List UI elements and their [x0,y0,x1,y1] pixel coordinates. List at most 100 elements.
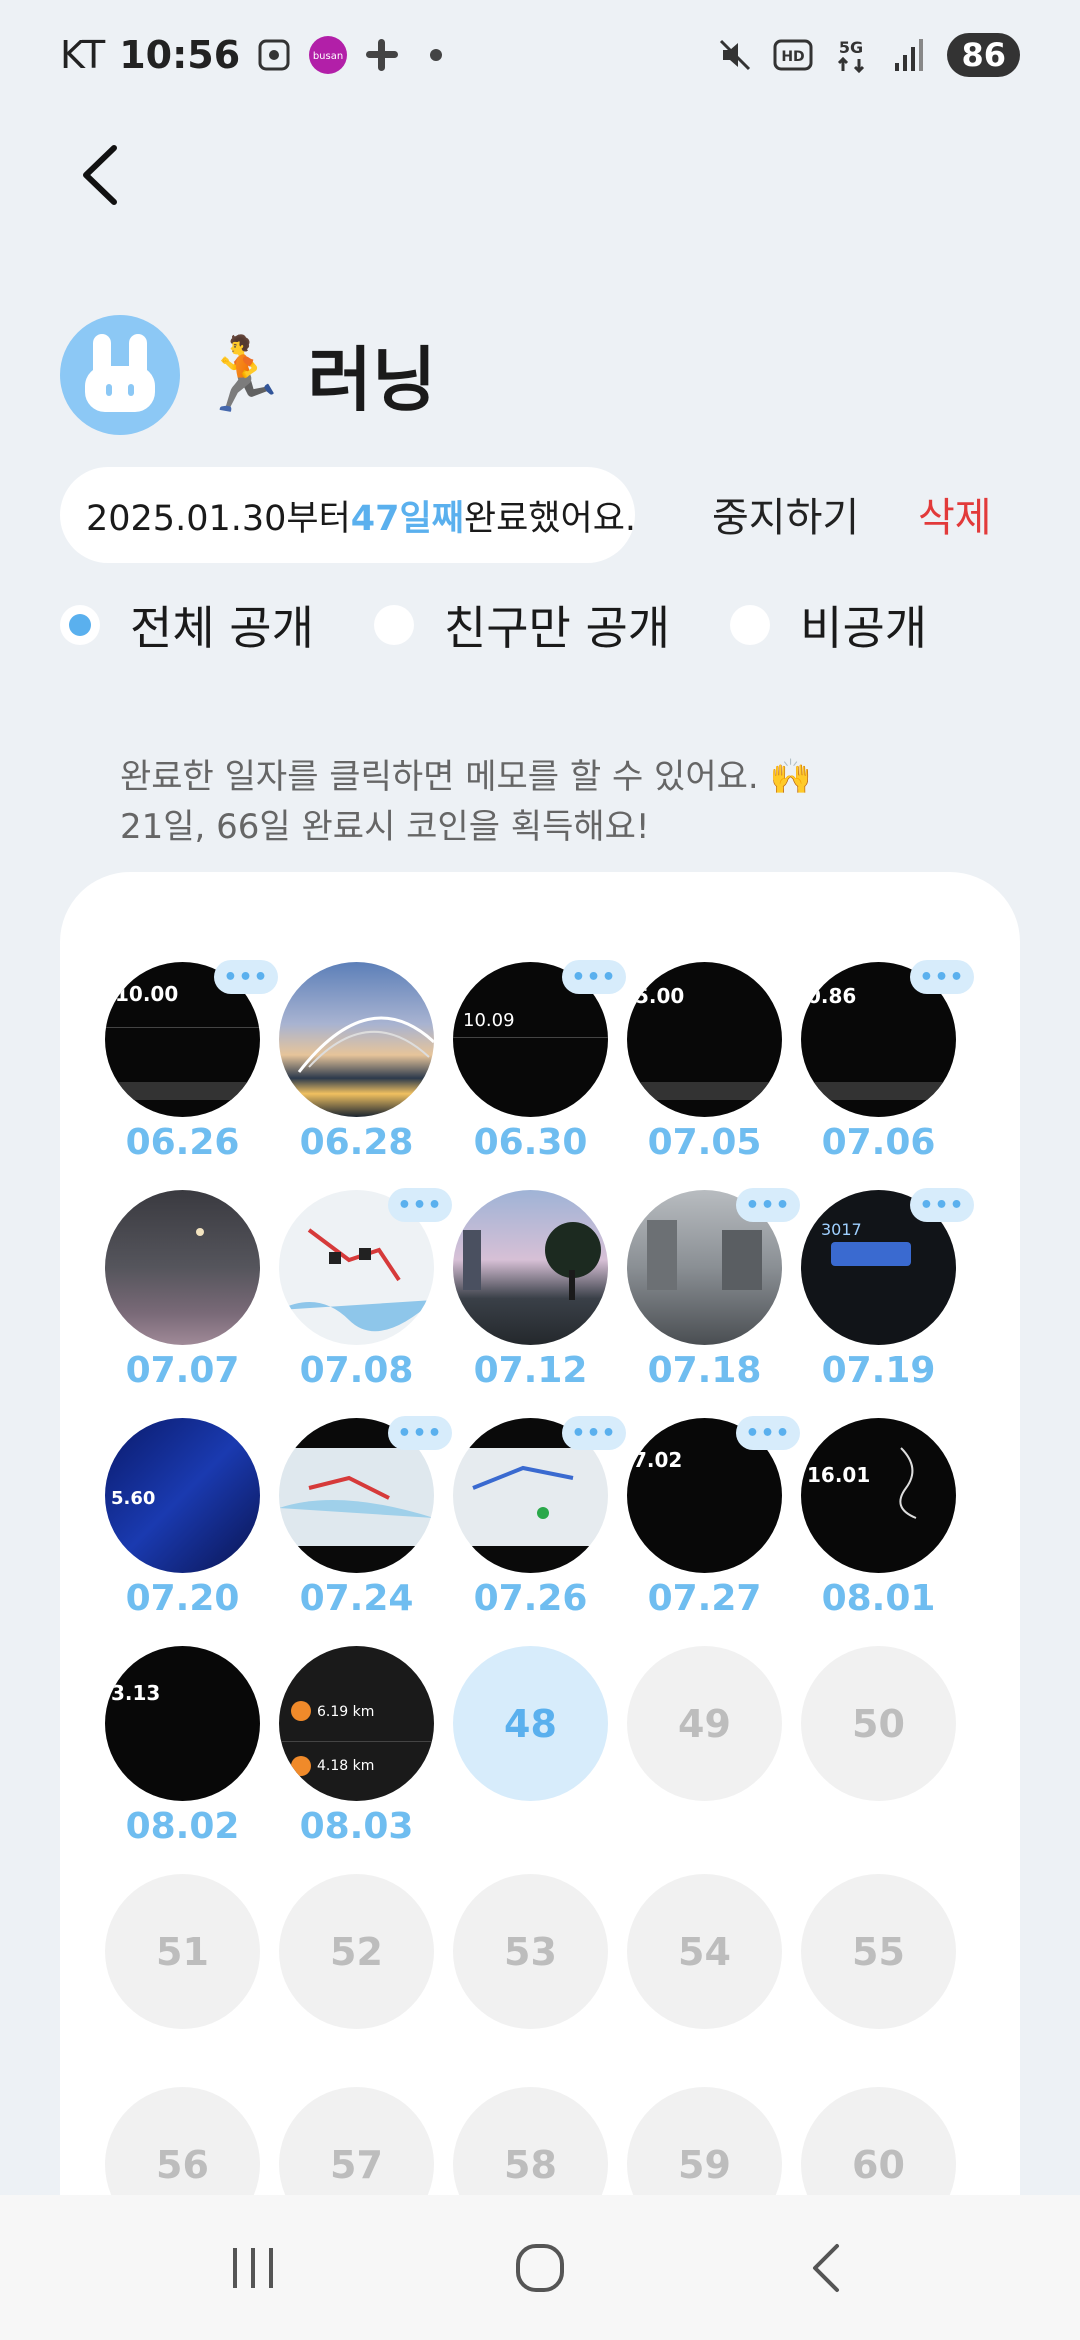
svg-text:HD: HD [782,49,805,65]
day-date: 06.30 [473,1122,588,1163]
privacy-option-friends[interactable]: 친구만 공개 [373,592,670,658]
day-photo[interactable] [279,962,434,1117]
memo-badge[interactable]: ••• [736,1188,800,1222]
radio-button[interactable] [730,605,771,645]
progress-summary: 2025.01.30부터 47일째 완료했어요. [60,467,637,563]
completed-day[interactable]: 07.12 [453,1190,608,1418]
day-date: 07.19 [821,1350,936,1391]
upcoming-day: 57 [279,2087,434,2202]
photo-stat: 5.00 [635,984,685,1008]
day-grid: 10.00 ••• 06.26 06.28 10.09 ••• 06.30 5.… [105,960,974,2202]
privacy-option-private[interactable]: 비공개 [730,592,927,658]
challenge-header: 🏃 러닝 [60,312,436,437]
radio-label: 전체 공개 [130,601,314,655]
progress-prefix: 2025.01.30부터 [86,498,351,539]
day-date: 07.20 [125,1578,240,1619]
instruction-line-1: 완료한 일자를 클릭하면 메모를 할 수 있어요. 🙌 [120,757,812,797]
progress-suffix: 완료했어요. [463,498,637,539]
completed-day[interactable]: 07.07 [105,1190,260,1418]
instruction-line-2: 21일, 66일 완료시 코인을 획득해요! [120,807,650,847]
completed-day[interactable]: 10.00 ••• 06.26 [105,960,278,1190]
memo-badge[interactable]: ••• [562,1416,626,1450]
home-icon [515,2243,564,2292]
photo-stat: 10.00 [115,982,179,1006]
completed-day[interactable]: 5.00 07.05 [627,962,782,1190]
nav-back-button[interactable] [777,2218,877,2318]
completed-day[interactable]: ••• 07.18 [627,1188,800,1418]
day-number: 50 [801,1646,956,1801]
back-button[interactable] [60,135,140,215]
day-date: 08.03 [299,1806,414,1847]
runner-icon: 🏃 [198,332,288,416]
recent-apps-button[interactable] [203,2218,303,2318]
day-date: 07.07 [125,1350,240,1391]
stop-button[interactable]: 중지하기 [712,485,859,543]
completed-day[interactable]: 16.01 08.01 [801,1418,956,1646]
day-photo[interactable]: 3.13 [105,1646,260,1801]
radio-button[interactable] [373,605,414,645]
day-number: 52 [279,1874,434,2029]
photo-stat: 10.09 [463,1010,515,1031]
completed-day[interactable]: 0.86 ••• 07.06 [801,960,974,1190]
svg-text:busan: busan [313,51,343,62]
completed-day[interactable]: ••• 07.26 [453,1416,626,1646]
home-button[interactable] [490,2218,590,2318]
bunny-icon [85,333,155,412]
day-photo[interactable]: 16.01 [801,1418,956,1573]
day-date: 07.08 [299,1350,414,1391]
day-date: 08.02 [125,1806,240,1847]
photo-stat: 4.18 km [317,1758,375,1774]
day-photo[interactable] [453,1190,608,1345]
memo-badge[interactable]: ••• [214,960,278,994]
photo-stat: 6.19 km [317,1704,375,1720]
hd-icon: HD [773,35,813,75]
day-date: 06.26 [125,1122,240,1163]
memo-badge[interactable]: ••• [388,1188,452,1222]
day-photo[interactable]: 6.19 km 4.18 km [279,1646,434,1801]
5g-icon: 5G [831,35,871,75]
instruction-text: 완료한 일자를 클릭하면 메모를 할 수 있어요. 🙌 21일, 66일 완료시… [120,752,812,852]
day-photo[interactable]: 5.60 [105,1418,260,1573]
system-nav-bar [0,2195,1080,2340]
photo-stat: 5.60 [111,1488,156,1509]
upcoming-day: 56 [105,2087,260,2202]
memo-badge[interactable]: ••• [910,1188,974,1222]
upcoming-day-current[interactable]: 48 [453,1646,608,1874]
delete-button[interactable]: 삭제 [918,485,992,543]
completed-day[interactable]: 6.19 km 4.18 km 08.03 [279,1646,434,1874]
progress-grid-card: 10.00 ••• 06.26 06.28 10.09 ••• 06.30 5.… [60,872,1020,2202]
day-date: 08.01 [821,1578,936,1619]
completed-day[interactable]: 5.60 07.20 [105,1418,260,1646]
upcoming-day: 55 [801,1874,956,2087]
day-number[interactable]: 48 [453,1646,608,1801]
completed-day[interactable]: ••• 07.08 [279,1188,452,1418]
memo-badge[interactable]: ••• [388,1416,452,1450]
chevron-left-icon [83,145,117,205]
carrier-label: KT [60,33,106,77]
completed-day[interactable]: 10.09 ••• 06.30 [453,960,626,1190]
day-number: 53 [453,1874,608,2029]
day-date: 07.18 [647,1350,762,1391]
radio-button[interactable] [60,605,100,645]
completed-day[interactable]: 3017 ••• 07.19 [801,1188,974,1418]
completed-day[interactable]: 3.13 08.02 [105,1646,260,1874]
day-photo[interactable] [105,1190,260,1345]
completed-day[interactable]: 7.02 ••• 07.27 [627,1416,800,1646]
memo-badge[interactable]: ••• [562,960,626,994]
svg-text:5G: 5G [839,38,863,57]
day-date: 07.26 [473,1578,588,1619]
privacy-option-public[interactable]: 전체 공개 [60,592,314,658]
upcoming-day: 60 [801,2087,956,2202]
memo-badge[interactable]: ••• [736,1416,800,1450]
memo-badge[interactable]: ••• [910,960,974,994]
day-photo[interactable]: 5.00 [627,962,782,1117]
day-number: 59 [627,2087,782,2202]
completed-day[interactable]: 06.28 [279,962,434,1190]
day-date: 07.27 [647,1578,762,1619]
upcoming-day: 52 [279,1874,434,2087]
recent-apps-icon [233,2247,274,2288]
completed-day[interactable]: ••• 07.24 [279,1416,452,1646]
signal-icon [889,35,929,75]
day-number: 56 [105,2087,260,2202]
progress-days: 47일째 [350,498,464,539]
